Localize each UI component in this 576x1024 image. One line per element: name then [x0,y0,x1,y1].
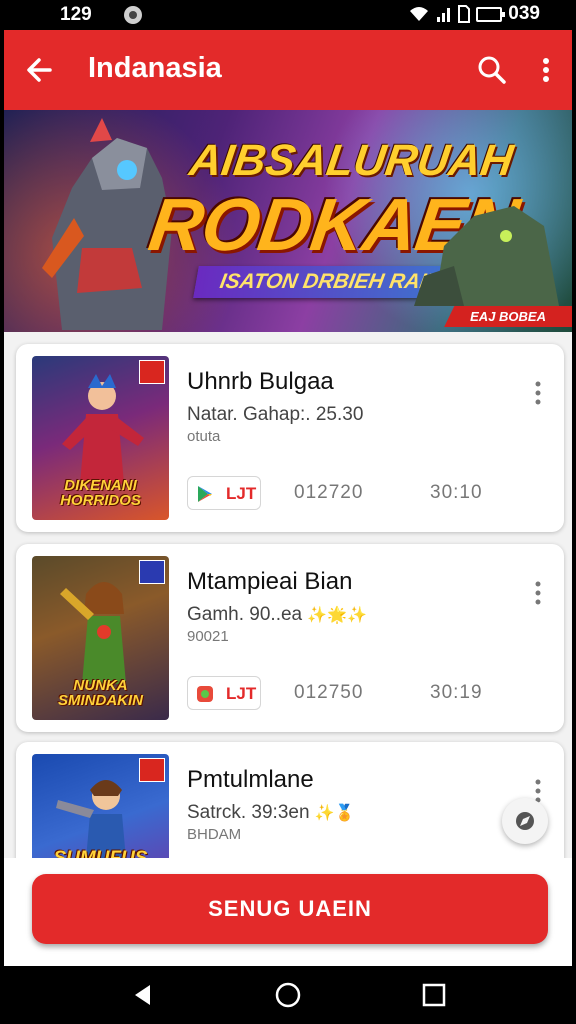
thumbnail-badge [139,560,165,584]
thumbnail-caption: DIKENANI HORRIDOS [60,477,141,509]
chip-label: LJT [226,484,257,503]
signal-icon [437,8,451,22]
nav-recents-icon[interactable] [419,980,449,1010]
game-time: 30:10 [430,482,483,503]
bottom-action-bar: SENUG UAEIN [4,858,572,966]
sparkle-icon: ✨🌟✨ [307,607,368,624]
battery-icon [476,6,506,22]
game-title: Pmtulmlane [187,766,314,793]
nav-back-icon[interactable] [128,980,158,1010]
arrow-back-icon[interactable] [22,52,58,88]
thumbnail-caption: NUNKA SMINDAKIN [58,677,143,709]
game-stat: 012720 [294,482,364,503]
banner-badge: EAJ BOBEA [444,306,572,327]
thumbnail-badge [139,360,165,384]
game-thumbnail: NUNKA SMINDAKIN [32,556,169,720]
game-time: 30:19 [430,682,483,703]
app-bar: Indanasia [4,30,572,110]
status-battery-text: 039 [508,3,540,24]
game-meta: Gamh. 90..ea ✨🌟✨ [187,604,367,626]
status-icons: 039 [408,3,540,25]
system-nav-bar [0,966,576,1024]
medal-icon: ✨🏅 [314,805,355,822]
chip-label: LJT [226,684,257,703]
status-bar: 129 039 [0,0,576,30]
thumbnail-character-image [60,582,126,684]
play-store-icon [198,486,212,502]
notification-dot-icon [124,6,142,24]
game-card[interactable]: NUNKA SMINDAKIN Mtampieai Bian Gamh. 90.… [16,544,564,732]
thumbnail-badge [139,758,165,782]
card-more-icon[interactable] [532,580,544,606]
game-subtext: BHDAM [187,826,242,843]
game-subtext: otuta [187,428,221,445]
page-title: Indanasia [88,52,222,84]
install-chip[interactable]: LJT [187,676,261,710]
nav-home-icon[interactable] [273,980,303,1010]
card-more-icon[interactable] [532,380,544,406]
primary-cta-button[interactable]: SENUG UAEIN [32,874,548,944]
game-meta-text: Satrck. 39:3en [187,802,310,823]
game-title: Uhnrb Bulgaa [187,368,334,395]
banner-monster-image [414,206,559,306]
app-icon [197,686,213,702]
wifi-icon [410,7,429,21]
search-icon[interactable] [474,52,510,88]
app-frame: Indanasia AIBSALURUAH RODKAEN ISATON DRB… [4,30,572,966]
status-time: 129 [60,4,92,25]
game-thumbnail: DIKENANI HORRIDOS [32,356,169,520]
game-meta: Satrck. 39:3en ✨🏅 [187,802,355,824]
game-meta: Natar. Gahap:. 25.30 [187,404,364,425]
game-stat: 012750 [294,682,364,703]
sim-icon [458,5,471,23]
more-vertical-icon[interactable] [534,52,558,88]
install-chip[interactable]: LJT [187,476,261,510]
game-subtext: 90021 [187,628,229,645]
compass-icon[interactable] [502,798,548,844]
game-card[interactable]: DIKENANI HORRIDOS Uhnrb Bulgaa Natar. Ga… [16,344,564,532]
game-title: Mtampieai Bian [187,568,353,595]
thumbnail-character-image [62,374,144,484]
game-meta-text: Gamh. 90..ea [187,604,303,625]
promo-banner[interactable]: AIBSALURUAH RODKAEN ISATON DRBIEH RAINI … [4,110,572,332]
